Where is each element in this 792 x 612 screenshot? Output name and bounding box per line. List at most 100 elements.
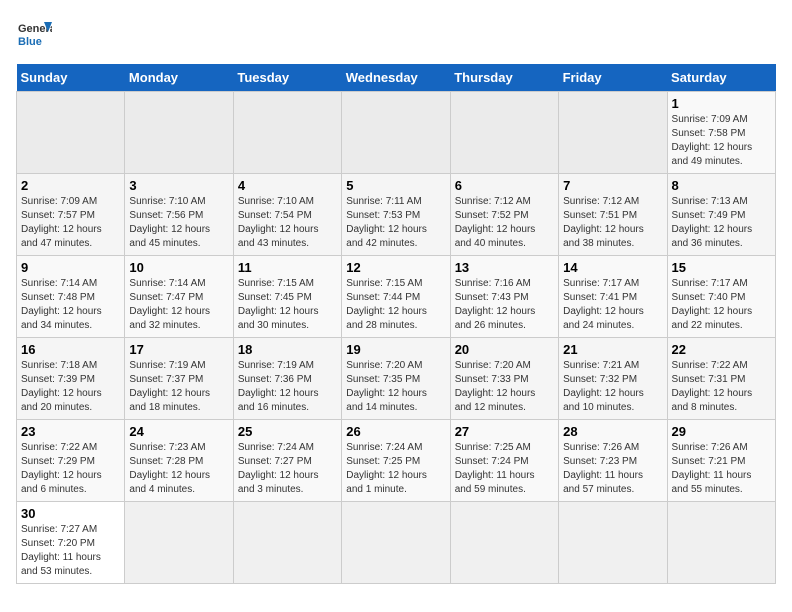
- day-info: Sunrise: 7:17 AM Sunset: 7:40 PM Dayligh…: [672, 277, 771, 333]
- day-info: Sunrise: 7:14 AM Sunset: 7:48 PM Dayligh…: [21, 277, 120, 333]
- calendar-cell: 19Sunrise: 7:20 AM Sunset: 7:35 PM Dayli…: [342, 338, 450, 420]
- calendar-cell: 16 Sunrise: 7:18 AM Sunset: 7:39 PM Dayli…: [17, 338, 125, 420]
- day-number: 25: [238, 424, 337, 439]
- day-number: 11: [238, 260, 337, 275]
- calendar-cell: 29 Sunrise: 7:26 AM Sunset: 7:21 PM Dayli…: [667, 420, 775, 502]
- day-info: Sunrise: 7:24 AM Sunset: 7:25 PM Dayligh…: [346, 441, 445, 497]
- weekday-header-monday: Monday: [125, 64, 233, 92]
- calendar-cell: 30 Sunrise: 7:27 AM Sunset: 7:20 PM Dayli…: [17, 502, 125, 584]
- day-info: Sunrise: 7:25 AM Sunset: 7:24 PM Dayligh…: [455, 441, 554, 497]
- day-info: Sunrise: 7:10 AM Sunset: 7:54 PM Dayligh…: [238, 195, 337, 251]
- day-info: Sunrise: 7:26 AM Sunset: 7:21 PM Dayligh…: [672, 441, 771, 497]
- day-number: 22: [672, 342, 771, 357]
- calendar-cell: 2Sunrise: 7:09 AM Sunset: 7:57 PM Daylig…: [17, 174, 125, 256]
- calendar-cell: 11 Sunrise: 7:15 AM Sunset: 7:45 PM Dayli…: [233, 256, 341, 338]
- calendar-cell: 18 Sunrise: 7:19 AM Sunset: 7:36 PM Dayli…: [233, 338, 341, 420]
- day-info: Sunrise: 7:19 AM Sunset: 7:36 PM Dayligh…: [238, 359, 337, 415]
- day-number: 6: [455, 178, 554, 193]
- day-info: Sunrise: 7:18 AM Sunset: 7:39 PM Dayligh…: [21, 359, 120, 415]
- calendar-table: SundayMondayTuesdayWednesdayThursdayFrid…: [16, 64, 776, 584]
- calendar-cell: 13Sunrise: 7:16 AM Sunset: 7:43 PM Dayli…: [450, 256, 558, 338]
- weekday-header-saturday: Saturday: [667, 64, 775, 92]
- calendar-week-row: 9 Sunrise: 7:14 AM Sunset: 7:48 PM Daylig…: [17, 256, 776, 338]
- day-number: 4: [238, 178, 337, 193]
- day-info: Sunrise: 7:15 AM Sunset: 7:44 PM Dayligh…: [346, 277, 445, 333]
- day-number: 5: [346, 178, 445, 193]
- calendar-cell: 27 Sunrise: 7:25 AM Sunset: 7:24 PM Dayli…: [450, 420, 558, 502]
- day-number: 20: [455, 342, 554, 357]
- calendar-cell: 24Sunrise: 7:23 AM Sunset: 7:28 PM Dayli…: [125, 420, 233, 502]
- logo-svg: General Blue: [16, 16, 52, 52]
- weekday-header-friday: Friday: [559, 64, 667, 92]
- day-number: 29: [672, 424, 771, 439]
- day-number: 12: [346, 260, 445, 275]
- day-info: Sunrise: 7:27 AM Sunset: 7:20 PM Dayligh…: [21, 523, 120, 579]
- day-info: Sunrise: 7:10 AM Sunset: 7:56 PM Dayligh…: [129, 195, 228, 251]
- calendar-week-row: 1Sunrise: 7:09 AM Sunset: 7:58 PM Daylig…: [17, 92, 776, 174]
- calendar-cell: [125, 92, 233, 174]
- day-number: 16: [21, 342, 120, 357]
- calendar-week-row: 16 Sunrise: 7:18 AM Sunset: 7:39 PM Dayli…: [17, 338, 776, 420]
- day-info: Sunrise: 7:21 AM Sunset: 7:32 PM Dayligh…: [563, 359, 662, 415]
- weekday-header-thursday: Thursday: [450, 64, 558, 92]
- day-info: Sunrise: 7:20 AM Sunset: 7:33 PM Dayligh…: [455, 359, 554, 415]
- page-header: General Blue: [16, 16, 776, 52]
- calendar-week-row: 2Sunrise: 7:09 AM Sunset: 7:57 PM Daylig…: [17, 174, 776, 256]
- day-number: 18: [238, 342, 337, 357]
- calendar-cell: 15 Sunrise: 7:17 AM Sunset: 7:40 PM Dayli…: [667, 256, 775, 338]
- day-info: Sunrise: 7:12 AM Sunset: 7:52 PM Dayligh…: [455, 195, 554, 251]
- calendar-cell: 6 Sunrise: 7:12 AM Sunset: 7:52 PM Daylig…: [450, 174, 558, 256]
- day-info: Sunrise: 7:15 AM Sunset: 7:45 PM Dayligh…: [238, 277, 337, 333]
- calendar-cell: [125, 502, 233, 584]
- day-info: Sunrise: 7:22 AM Sunset: 7:31 PM Dayligh…: [672, 359, 771, 415]
- calendar-cell: 12 Sunrise: 7:15 AM Sunset: 7:44 PM Dayli…: [342, 256, 450, 338]
- calendar-cell: 14 Sunrise: 7:17 AM Sunset: 7:41 PM Dayli…: [559, 256, 667, 338]
- day-number: 26: [346, 424, 445, 439]
- calendar-cell: [342, 92, 450, 174]
- day-number: 21: [563, 342, 662, 357]
- day-number: 28: [563, 424, 662, 439]
- svg-text:Blue: Blue: [18, 36, 42, 48]
- day-number: 23: [21, 424, 120, 439]
- calendar-cell: 1Sunrise: 7:09 AM Sunset: 7:58 PM Daylig…: [667, 92, 775, 174]
- calendar-cell: [342, 502, 450, 584]
- calendar-cell: [17, 92, 125, 174]
- calendar-cell: 4 Sunrise: 7:10 AM Sunset: 7:54 PM Daylig…: [233, 174, 341, 256]
- day-number: 10: [129, 260, 228, 275]
- calendar-cell: [559, 92, 667, 174]
- calendar-cell: 7Sunrise: 7:12 AM Sunset: 7:51 PM Daylig…: [559, 174, 667, 256]
- day-info: Sunrise: 7:20 AM Sunset: 7:35 PM Dayligh…: [346, 359, 445, 415]
- calendar-cell: 21 Sunrise: 7:21 AM Sunset: 7:32 PM Dayli…: [559, 338, 667, 420]
- day-info: Sunrise: 7:17 AM Sunset: 7:41 PM Dayligh…: [563, 277, 662, 333]
- day-number: 8: [672, 178, 771, 193]
- day-info: Sunrise: 7:11 AM Sunset: 7:53 PM Dayligh…: [346, 195, 445, 251]
- day-number: 14: [563, 260, 662, 275]
- day-info: Sunrise: 7:09 AM Sunset: 7:58 PM Dayligh…: [672, 113, 771, 169]
- day-number: 27: [455, 424, 554, 439]
- day-number: 3: [129, 178, 228, 193]
- day-number: 9: [21, 260, 120, 275]
- calendar-cell: 20 Sunrise: 7:20 AM Sunset: 7:33 PM Dayli…: [450, 338, 558, 420]
- calendar-cell: 26 Sunrise: 7:24 AM Sunset: 7:25 PM Dayli…: [342, 420, 450, 502]
- day-number: 2: [21, 178, 120, 193]
- calendar-cell: [450, 92, 558, 174]
- day-info: Sunrise: 7:12 AM Sunset: 7:51 PM Dayligh…: [563, 195, 662, 251]
- calendar-week-row: 30 Sunrise: 7:27 AM Sunset: 7:20 PM Dayli…: [17, 502, 776, 584]
- day-number: 13: [455, 260, 554, 275]
- calendar-cell: 23Sunrise: 7:22 AM Sunset: 7:29 PM Dayli…: [17, 420, 125, 502]
- calendar-cell: [233, 92, 341, 174]
- day-info: Sunrise: 7:14 AM Sunset: 7:47 PM Dayligh…: [129, 277, 228, 333]
- day-number: 30: [21, 506, 120, 521]
- calendar-cell: 28Sunrise: 7:26 AM Sunset: 7:23 PM Dayli…: [559, 420, 667, 502]
- day-number: 24: [129, 424, 228, 439]
- calendar-cell: [667, 502, 775, 584]
- day-number: 15: [672, 260, 771, 275]
- weekday-header-wednesday: Wednesday: [342, 64, 450, 92]
- calendar-cell: 3 Sunrise: 7:10 AM Sunset: 7:56 PM Daylig…: [125, 174, 233, 256]
- day-info: Sunrise: 7:13 AM Sunset: 7:49 PM Dayligh…: [672, 195, 771, 251]
- calendar-cell: 5 Sunrise: 7:11 AM Sunset: 7:53 PM Daylig…: [342, 174, 450, 256]
- calendar-cell: 8 Sunrise: 7:13 AM Sunset: 7:49 PM Daylig…: [667, 174, 775, 256]
- weekday-header-sunday: Sunday: [17, 64, 125, 92]
- day-info: Sunrise: 7:19 AM Sunset: 7:37 PM Dayligh…: [129, 359, 228, 415]
- day-info: Sunrise: 7:24 AM Sunset: 7:27 PM Dayligh…: [238, 441, 337, 497]
